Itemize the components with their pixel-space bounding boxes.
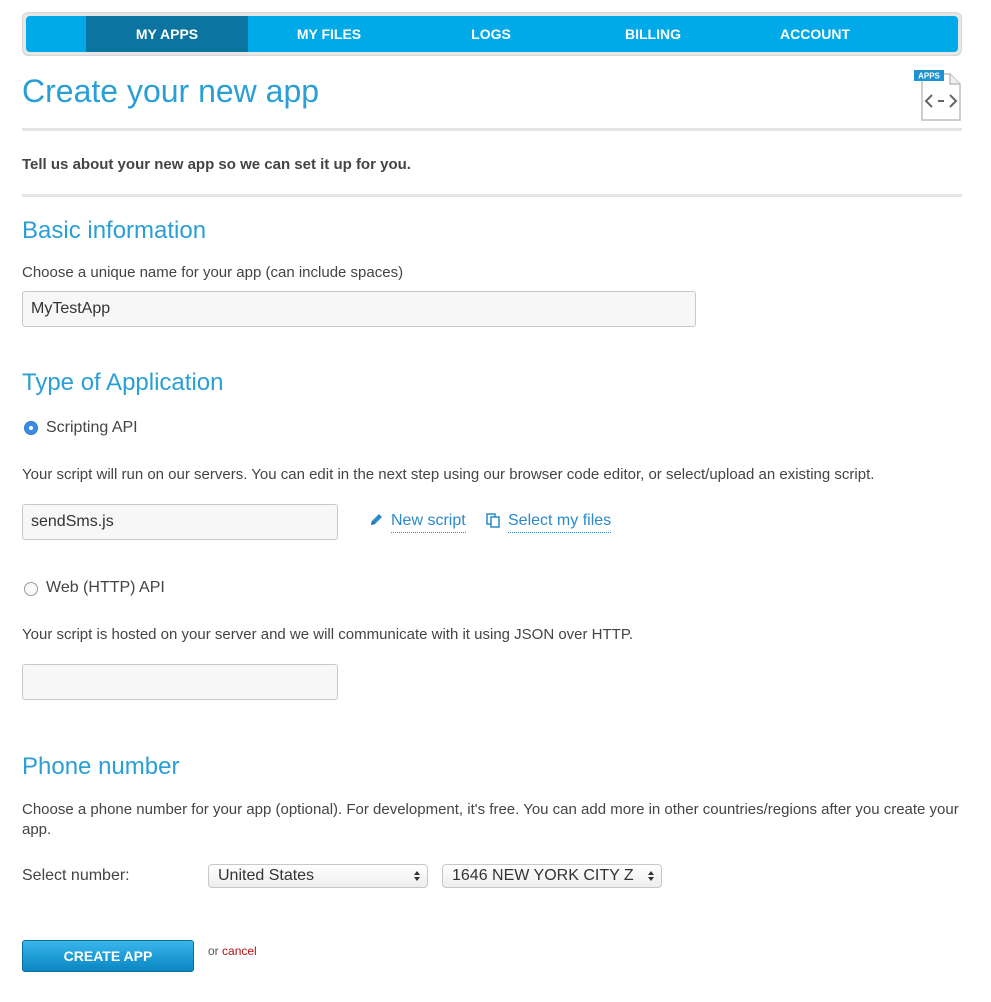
or-text: or [208,944,219,958]
divider [22,194,962,197]
intro-text: Tell us about your new app so we can set… [22,156,411,173]
phone-number-heading: Phone number [22,753,180,780]
script-file-input[interactable]: sendSms.js [22,504,338,540]
top-nav: MY APPS MY FILES LOGS BILLING ACCOUNT [26,16,958,52]
page-title: Create your new app [22,73,320,109]
select-number-label: Select number: [22,867,130,884]
or-text-wrapper: or cancel [208,944,257,958]
app-name-input[interactable]: MyTestApp [22,291,696,327]
country-select-value: United States [218,867,315,884]
country-select[interactable]: United States [208,864,428,888]
web-http-api-radio[interactable] [24,582,38,596]
phone-number-select-value: 1646 NEW YORK CITY Z [452,867,634,884]
scripting-api-description: Your script will run on our servers. You… [22,466,875,483]
app-name-label: Choose a unique name for your app (can i… [22,264,404,281]
up-down-arrows-icon [648,871,654,881]
web-api-url-input[interactable] [22,664,338,700]
cancel-link[interactable]: cancel [222,944,257,958]
copy-files-icon[interactable] [485,512,501,528]
phone-number-description: Choose a phone number for your app (opti… [22,801,959,838]
top-nav-frame: MY APPS MY FILES LOGS BILLING ACCOUNT [22,12,962,56]
select-my-files-link[interactable]: Select my files [508,512,612,533]
create-app-button[interactable]: CREATE APP [22,940,194,972]
new-script-link[interactable]: New script [391,512,466,533]
divider [22,128,962,131]
nav-tab-account[interactable]: ACCOUNT [734,16,896,52]
up-down-arrows-icon [414,871,420,881]
nav-tab-my-apps[interactable]: MY APPS [86,16,248,52]
scripting-api-radio[interactable] [24,421,38,435]
pencil-icon[interactable] [368,512,384,528]
nav-tab-logs[interactable]: LOGS [410,16,572,52]
nav-tab-billing[interactable]: BILLING [572,16,734,52]
web-http-api-description: Your script is hosted on your server and… [22,626,634,643]
nav-tab-my-files[interactable]: MY FILES [248,16,410,52]
phone-number-select[interactable]: 1646 NEW YORK CITY Z [442,864,662,888]
svg-text:APPS: APPS [918,72,940,81]
type-of-application-heading: Type of Application [22,369,224,396]
basic-information-heading: Basic information [22,217,207,244]
scripting-api-label[interactable]: Scripting API [46,419,138,437]
apps-code-icon: APPS [914,70,961,121]
web-http-api-label[interactable]: Web (HTTP) API [46,579,165,597]
